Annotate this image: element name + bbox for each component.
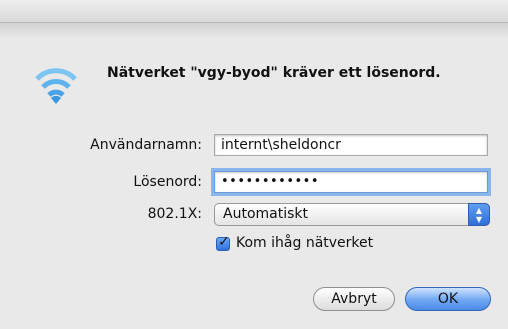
remember-network-label[interactable]: Kom ihåg nätverket [236, 235, 373, 251]
security-popup[interactable]: Automatiskt ▲ ▼ [214, 203, 490, 226]
cancel-button[interactable]: Avbryt [313, 287, 395, 311]
ok-button[interactable]: OK [405, 287, 491, 311]
security-label: 802.1X: [147, 206, 202, 222]
wifi-icon [35, 68, 77, 104]
password-label: Lösenord: [133, 174, 202, 190]
username-field[interactable]: internt\sheldoncr [214, 134, 488, 156]
remember-network-checkbox[interactable]: ✓ [216, 234, 230, 251]
sheet-shadow [0, 23, 508, 39]
window-titlebar [0, 0, 508, 23]
checkmark-icon: ✓ [218, 234, 230, 250]
security-popup-value: Automatiskt [223, 206, 308, 222]
updown-arrows-icon: ▲ ▼ [468, 203, 490, 226]
password-field[interactable]: •••••••••••• [214, 171, 488, 193]
username-label: Användarnamn: [90, 137, 202, 153]
dialog-message: Nätverket "vgy-byod" kräver ett lösenord… [107, 65, 441, 81]
